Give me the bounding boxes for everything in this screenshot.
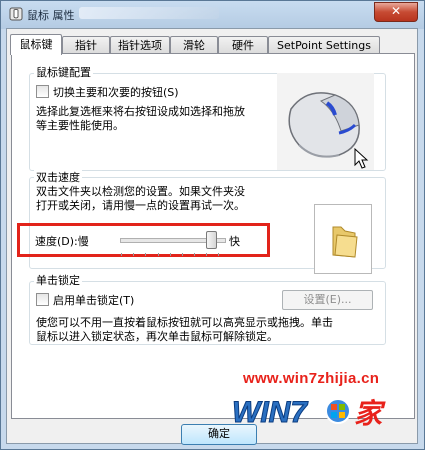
slider-tick: [121, 253, 122, 256]
slider-tick: [170, 253, 171, 256]
ok-button[interactable]: 确定: [181, 424, 257, 445]
swap-buttons-label[interactable]: 切换主要和次要的按钮(S): [53, 84, 179, 100]
win7-logo-image: WIN7 家: [232, 396, 387, 431]
click-lock-title: 单击锁定: [34, 272, 82, 288]
slider-tick: [182, 253, 183, 256]
speed-label: 速度(D):慢: [35, 235, 89, 248]
tab-pointer-options[interactable]: 指针选项: [110, 36, 170, 53]
slider-tick: [133, 253, 134, 256]
double-click-desc-2: 打开或关闭，请用慢一点的设置再试一次。: [36, 199, 245, 212]
test-folder-area[interactable]: [314, 204, 372, 274]
tab-mouse-buttons[interactable]: 鼠标键: [10, 34, 62, 55]
speed-slider-thumb[interactable]: [206, 231, 217, 249]
close-button[interactable]: ✕: [374, 2, 418, 22]
folder-icon[interactable]: [315, 205, 371, 273]
mouse-image-svg: [288, 92, 369, 169]
window-title: 鼠标 属性: [27, 9, 75, 22]
click-lock-label[interactable]: 启用单击锁定(T): [53, 292, 134, 308]
slider-tick: [218, 253, 219, 256]
svg-text:家: 家: [354, 397, 386, 430]
button-config-title: 鼠标键配置: [34, 64, 93, 80]
slider-tick: [158, 253, 159, 256]
title-blur-overlay: [79, 7, 219, 19]
slider-tick: [194, 253, 195, 256]
slider-tick: [206, 253, 207, 256]
tab-pointers[interactable]: 指针: [62, 36, 110, 53]
tab-setpoint-settings[interactable]: SetPoint Settings: [268, 36, 380, 53]
watermark-url: www.win7zhijia.cn: [243, 370, 380, 387]
watermark-logo: WIN7 家: [230, 390, 410, 440]
tab-wheel[interactable]: 滑轮: [170, 36, 218, 53]
tab-hardware[interactable]: 硬件: [218, 36, 268, 53]
fast-label: 快: [229, 235, 240, 248]
click-lock-settings-button[interactable]: 设置(E)...: [282, 290, 373, 310]
slider-tick: [145, 253, 146, 256]
title-bar[interactable]: 鼠标 属性 ✕: [1, 1, 424, 27]
mouse-illustration: [277, 73, 374, 170]
click-lock-desc-2: 鼠标以进入锁定状态，再次单击鼠标可解除锁定。: [36, 330, 278, 343]
swap-buttons-desc-2: 等主要性能使用。: [36, 119, 124, 132]
click-lock-checkbox[interactable]: [36, 293, 49, 306]
mouse-app-icon: [9, 7, 23, 21]
swap-buttons-checkbox[interactable]: [36, 85, 49, 98]
